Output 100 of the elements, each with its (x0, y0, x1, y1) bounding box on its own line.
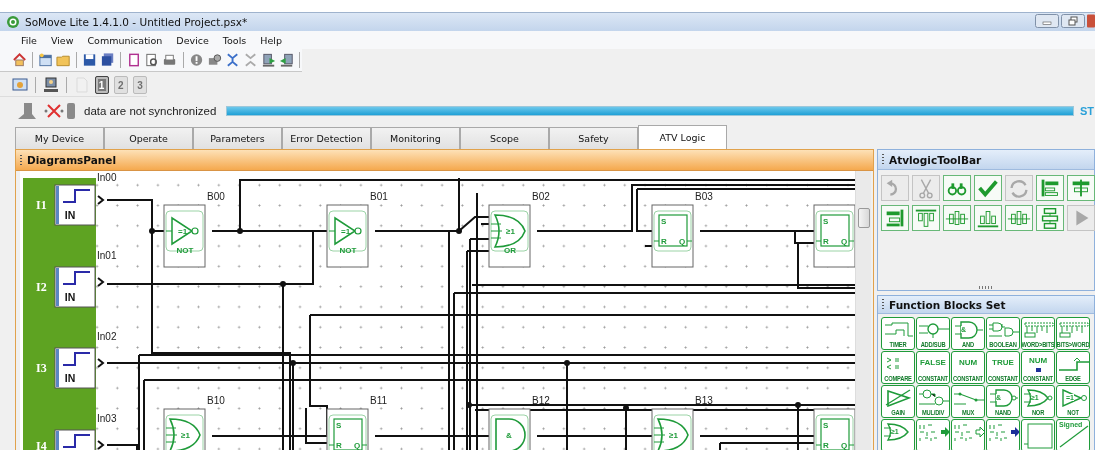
download-icon[interactable] (278, 52, 295, 68)
input-block[interactable] (54, 347, 96, 389)
pin-label: R (336, 441, 342, 450)
function-block-tile[interactable]: MUX (951, 385, 985, 418)
function-block-tile[interactable]: MUL/DIV (916, 385, 950, 418)
gate-symbol: & (506, 431, 512, 440)
input-label: I2 (36, 280, 47, 294)
function-block-tile[interactable]: TIMER (881, 317, 915, 350)
block-caption: FALSE (919, 358, 947, 367)
mux-block-icon (953, 391, 984, 405)
block-caption: NUM (957, 358, 979, 367)
wordbits-block-icon (1024, 322, 1054, 338)
gate-symbol: =1 (178, 227, 188, 236)
block-label: NOR (1031, 409, 1045, 417)
bitsword-block-icon (1059, 322, 1089, 338)
block-label: CONSTANT (1023, 375, 1053, 383)
function-block-tile[interactable]: TRUE CONSTANT (986, 351, 1020, 384)
document-icon[interactable] (126, 52, 142, 68)
block-type: IN (64, 372, 76, 384)
function-block-tile[interactable]: WORD>BITS (1021, 317, 1055, 350)
gate-label: OR (504, 246, 516, 255)
block-label: NOT (1067, 409, 1079, 417)
pin-label: S (823, 421, 829, 430)
computer-icon[interactable] (42, 77, 59, 93)
nand-block-icon (989, 389, 1019, 407)
function-block-tile[interactable]: BOOLEAN (986, 317, 1020, 350)
menu-item[interactable]: Communication (80, 34, 170, 46)
input-block[interactable] (54, 266, 96, 308)
restore-icon[interactable] (1061, 14, 1085, 28)
close-icon[interactable] (1087, 14, 1095, 28)
pin-label: R (661, 237, 667, 246)
block-label: MUL/DIV (921, 409, 945, 417)
tab[interactable]: Error Detection (282, 127, 371, 149)
tab[interactable]: Scope (460, 127, 549, 149)
menu-item[interactable]: View (43, 34, 81, 46)
port-icon (97, 358, 105, 368)
block-label: ADD/SUB (920, 341, 946, 349)
block-id: B01 (370, 191, 388, 202)
function-block-tile[interactable] (1021, 419, 1055, 450)
gate-label: NOT (176, 246, 194, 255)
function-block-tile[interactable]: ADD/SUB (916, 317, 950, 350)
menu-item[interactable]: Device (169, 34, 216, 46)
function-block-tile[interactable]: BITS>WORD (1056, 317, 1090, 350)
block-id: B13 (695, 395, 713, 406)
menu-item[interactable]: Tools (215, 34, 254, 46)
menu-item[interactable]: Help (253, 34, 289, 46)
pin-label: Q (841, 441, 848, 450)
gate-symbol: ≥1 (181, 431, 190, 440)
block-label: CONSTANT (918, 375, 948, 383)
scroll-thumb[interactable] (858, 208, 870, 228)
home-icon[interactable] (12, 52, 28, 68)
print-icon[interactable] (162, 52, 178, 68)
sync-message: data are not synchronized (84, 105, 217, 117)
compare-block-icon (886, 357, 900, 370)
function-block-tile[interactable]: NUM CONSTANT (951, 351, 985, 384)
preview-icon[interactable] (144, 52, 160, 68)
read2-block-icon (954, 424, 984, 442)
info-icon[interactable] (188, 52, 204, 68)
input-block[interactable] (54, 429, 96, 450)
block-label: COMPARE (884, 375, 912, 383)
nor-block-icon (1023, 389, 1053, 407)
function-block-tile[interactable]: FALSE CONSTANT (916, 351, 950, 384)
menu-item[interactable]: File (14, 34, 44, 46)
minimize-icon[interactable] (1035, 14, 1059, 28)
and-block-icon (954, 321, 984, 339)
new-window-icon[interactable] (38, 52, 54, 68)
function-block-tile[interactable] (951, 419, 985, 450)
function-block-tile[interactable] (916, 419, 950, 450)
tab[interactable]: My Device (15, 127, 104, 149)
function-block[interactable]: S R Q (813, 408, 855, 450)
tab[interactable]: ATV Logic (638, 125, 727, 149)
or-block-icon (883, 423, 909, 441)
save-all-icon[interactable] (100, 52, 116, 68)
function-block-tile[interactable]: NUM CONSTANT (1021, 351, 1055, 384)
pin-label: Q (354, 441, 361, 450)
upload-icon[interactable] (260, 52, 276, 68)
tab[interactable]: Monitoring (371, 127, 460, 149)
sr-block-icon (1023, 423, 1053, 449)
scrollbar[interactable] (855, 171, 871, 450)
function-block-tile[interactable]: GAIN (881, 385, 915, 418)
port-icon (97, 195, 105, 205)
block-type: IN (64, 291, 76, 303)
function-block-tile[interactable]: EDGE (1056, 351, 1090, 384)
timer-block-icon (884, 322, 914, 337)
status-text: ST (1079, 105, 1094, 117)
panel-title: Function Blocks Set (889, 298, 1006, 311)
tab[interactable]: Parameters (193, 127, 282, 149)
function-block[interactable]: S R Q (813, 204, 855, 268)
block-label: BITS>WORD (1057, 341, 1089, 349)
display-icon[interactable] (12, 77, 28, 93)
page-number-button[interactable]: 1 (94, 76, 109, 94)
input-label: I1 (36, 198, 47, 212)
function-block-tile[interactable] (986, 419, 1020, 450)
save-icon[interactable] (82, 52, 98, 68)
tab[interactable]: Operate (104, 127, 193, 149)
function-block-tile[interactable]: COMPARE (881, 351, 915, 384)
input-block[interactable] (54, 184, 96, 226)
gate-symbol: ≥1 (506, 227, 515, 236)
tab[interactable]: Safety (549, 127, 638, 149)
pin-label: Q (841, 237, 848, 246)
